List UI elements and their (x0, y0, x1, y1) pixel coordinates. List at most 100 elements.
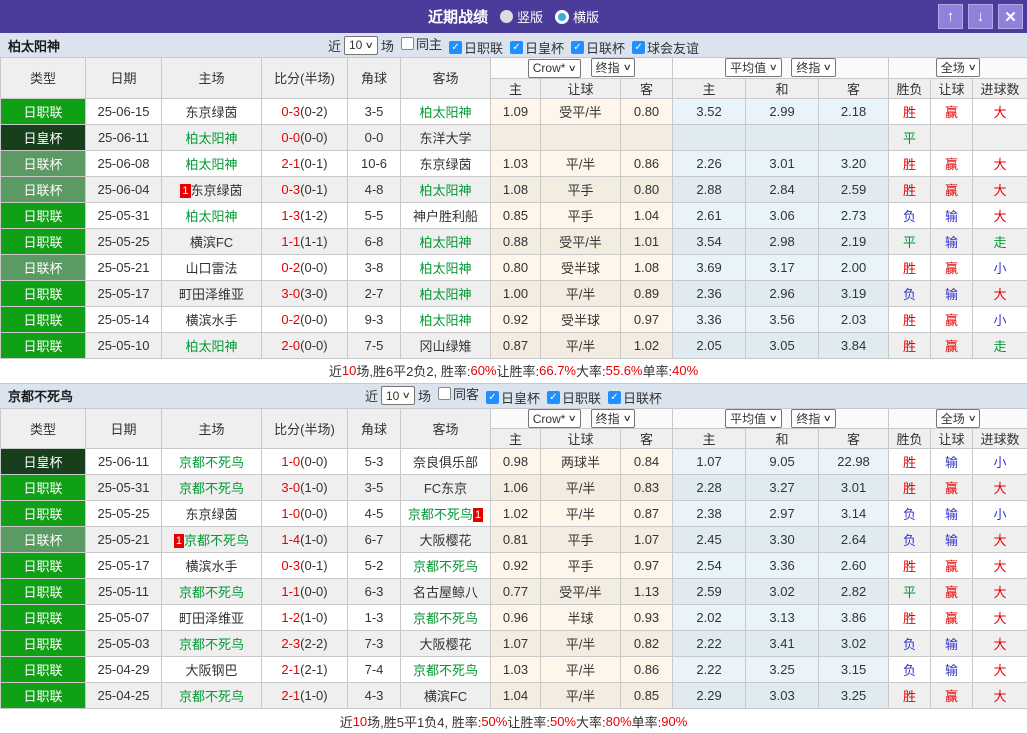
summary-text: 90% (661, 714, 687, 729)
fulltime-score: 1-3 (281, 208, 300, 223)
bookmaker-select[interactable]: Crow*∨ (528, 409, 581, 428)
filter-checkbox-label: 日联杯 (623, 388, 662, 407)
scroll-up-button[interactable]: ↑ (938, 4, 963, 29)
match-count-select[interactable]: 10∨ (381, 386, 415, 405)
layout-option-vertical[interactable]: 竖版 (500, 7, 543, 26)
summary-text: 10 (342, 363, 356, 378)
team-name: 柏太阳神 (8, 36, 60, 55)
league-type-cell: 日职联 (1, 475, 86, 501)
fulltime-score: 0-3 (281, 104, 300, 119)
checkbox-unchecked-icon[interactable] (401, 37, 414, 50)
summary-text: 单率: (632, 712, 662, 731)
checkbox-checked-icon[interactable]: ✓ (608, 391, 621, 404)
match-count-select[interactable]: 10∨ (344, 36, 378, 55)
filter-checkbox[interactable]: ✓球会友谊 (632, 38, 699, 57)
result-winloss-cell: 胜 (889, 306, 931, 332)
average-stage-select[interactable]: 终指∨ (791, 58, 836, 77)
avg-away-odds-cell: 2.60 (819, 553, 889, 579)
date-cell: 25-05-17 (86, 553, 162, 579)
checkbox-unchecked-icon[interactable] (438, 387, 451, 400)
corner-cell: 7-3 (348, 631, 401, 657)
period-select[interactable]: 全场∨ (936, 409, 981, 428)
halftime-score: (2-2) (300, 636, 327, 651)
result-goals-cell: 走 (973, 332, 1027, 358)
avg-home-odds-cell: 1.07 (673, 449, 746, 475)
result-winloss-cell: 负 (889, 280, 931, 306)
close-button[interactable]: ✕ (998, 4, 1023, 29)
away-team-cell: 横滨FC (401, 683, 491, 709)
halftime-score: (1-0) (300, 532, 327, 547)
col-result-wl: 胜负 (889, 78, 931, 98)
period-select[interactable]: 全场∨ (936, 58, 981, 77)
date-cell: 25-05-21 (86, 527, 162, 553)
handicap-line-cell: 平/半 (541, 683, 621, 709)
avg-draw-odds-cell: 3.06 (746, 202, 819, 228)
filter-checkbox[interactable]: 同主 (401, 34, 442, 53)
checkbox-checked-icon[interactable]: ✓ (449, 41, 462, 54)
away-team-cell: 名古屋鲸八 (401, 579, 491, 605)
close-icon: ✕ (1004, 8, 1017, 26)
filter-checkbox[interactable]: 同客 (438, 384, 479, 403)
corner-cell: 1-3 (348, 605, 401, 631)
filter-checkbox[interactable]: ✓日职联 (547, 388, 601, 407)
handicap-home-odds-cell: 0.85 (491, 202, 541, 228)
radio-unselected-icon[interactable] (500, 10, 513, 23)
result-winloss-cell: 胜 (889, 475, 931, 501)
halftime-score: (0-0) (300, 584, 327, 599)
corner-cell: 10-6 (348, 150, 401, 176)
odds-stage-select[interactable]: 终指∨ (591, 409, 636, 428)
corner-cell: 7-4 (348, 657, 401, 683)
home-team-cell: 横滨水手 (162, 553, 262, 579)
home-team-cell: 1东京绿茵 (162, 176, 262, 202)
odds-stage-select[interactable]: 终指∨ (591, 58, 636, 77)
filter-checkbox-label: 同主 (416, 34, 442, 53)
corner-cell: 4-5 (348, 501, 401, 527)
average-select[interactable]: 平均值∨ (725, 58, 782, 77)
result-winloss-cell: 胜 (889, 98, 931, 124)
team-label: 神户胜利船 (413, 209, 478, 224)
scroll-down-button[interactable]: ↓ (968, 4, 993, 29)
home-team-cell: 柏太阳神 (162, 150, 262, 176)
handicap-home-odds-cell: 1.08 (491, 176, 541, 202)
filter-checkbox[interactable]: ✓日联杯 (571, 38, 625, 57)
handicap-away-odds-cell: 1.07 (621, 527, 673, 553)
checkbox-checked-icon[interactable]: ✓ (486, 391, 499, 404)
avg-home-odds-cell: 2.02 (673, 605, 746, 631)
result-goals-cell: 大 (973, 683, 1027, 709)
matches-table: 类型 日期 主场 比分(半场) 角球 客场 Crow*∨ 终指∨ 平均值∨ 终指… (0, 408, 1027, 710)
handicap-away-odds-cell: 0.86 (621, 150, 673, 176)
team-label: 京都不死鸟 (184, 533, 249, 548)
date-cell: 25-05-11 (86, 579, 162, 605)
filter-checkbox[interactable]: ✓日职联 (449, 38, 503, 57)
filter-checkbox[interactable]: ✓日联杯 (608, 388, 662, 407)
filter-checkbox[interactable]: ✓日皇杯 (486, 388, 540, 407)
bookmaker-select[interactable]: Crow*∨ (528, 59, 581, 78)
filter-checkbox[interactable]: ✓日皇杯 (510, 38, 564, 57)
col-handicap: 让球 (541, 429, 621, 449)
near-label: 近 (328, 36, 341, 55)
result-group: 全场∨ (889, 58, 1027, 79)
avg-home-odds-cell: 2.22 (673, 657, 746, 683)
score-cell: 0-2(0-0) (262, 306, 348, 332)
handicap-away-odds-cell: 0.87 (621, 501, 673, 527)
checkbox-checked-icon[interactable]: ✓ (571, 41, 584, 54)
checkbox-checked-icon[interactable]: ✓ (547, 391, 560, 404)
layout-option-horizontal[interactable]: 横版 (555, 7, 599, 26)
avg-draw-odds-cell: 3.36 (746, 553, 819, 579)
checkbox-checked-icon[interactable]: ✓ (510, 41, 523, 54)
radio-selected-icon[interactable] (555, 10, 569, 24)
chevron-down-icon: ∨ (823, 414, 832, 423)
date-cell: 25-06-08 (86, 150, 162, 176)
avg-draw-odds-cell: 3.27 (746, 475, 819, 501)
col-result-handicap: 让球 (931, 429, 973, 449)
corner-cell: 3-8 (348, 254, 401, 280)
result-goals-cell: 大 (973, 605, 1027, 631)
home-team-cell: 1京都不死鸟 (162, 527, 262, 553)
fulltime-score: 3-0 (281, 286, 300, 301)
average-stage-select[interactable]: 终指∨ (791, 409, 836, 428)
average-select[interactable]: 平均值∨ (725, 409, 782, 428)
team-label: 柏太阳神 (419, 261, 471, 276)
avg-draw-odds-cell: 3.05 (746, 332, 819, 358)
fulltime-score: 1-0 (281, 506, 300, 521)
checkbox-checked-icon[interactable]: ✓ (632, 41, 645, 54)
